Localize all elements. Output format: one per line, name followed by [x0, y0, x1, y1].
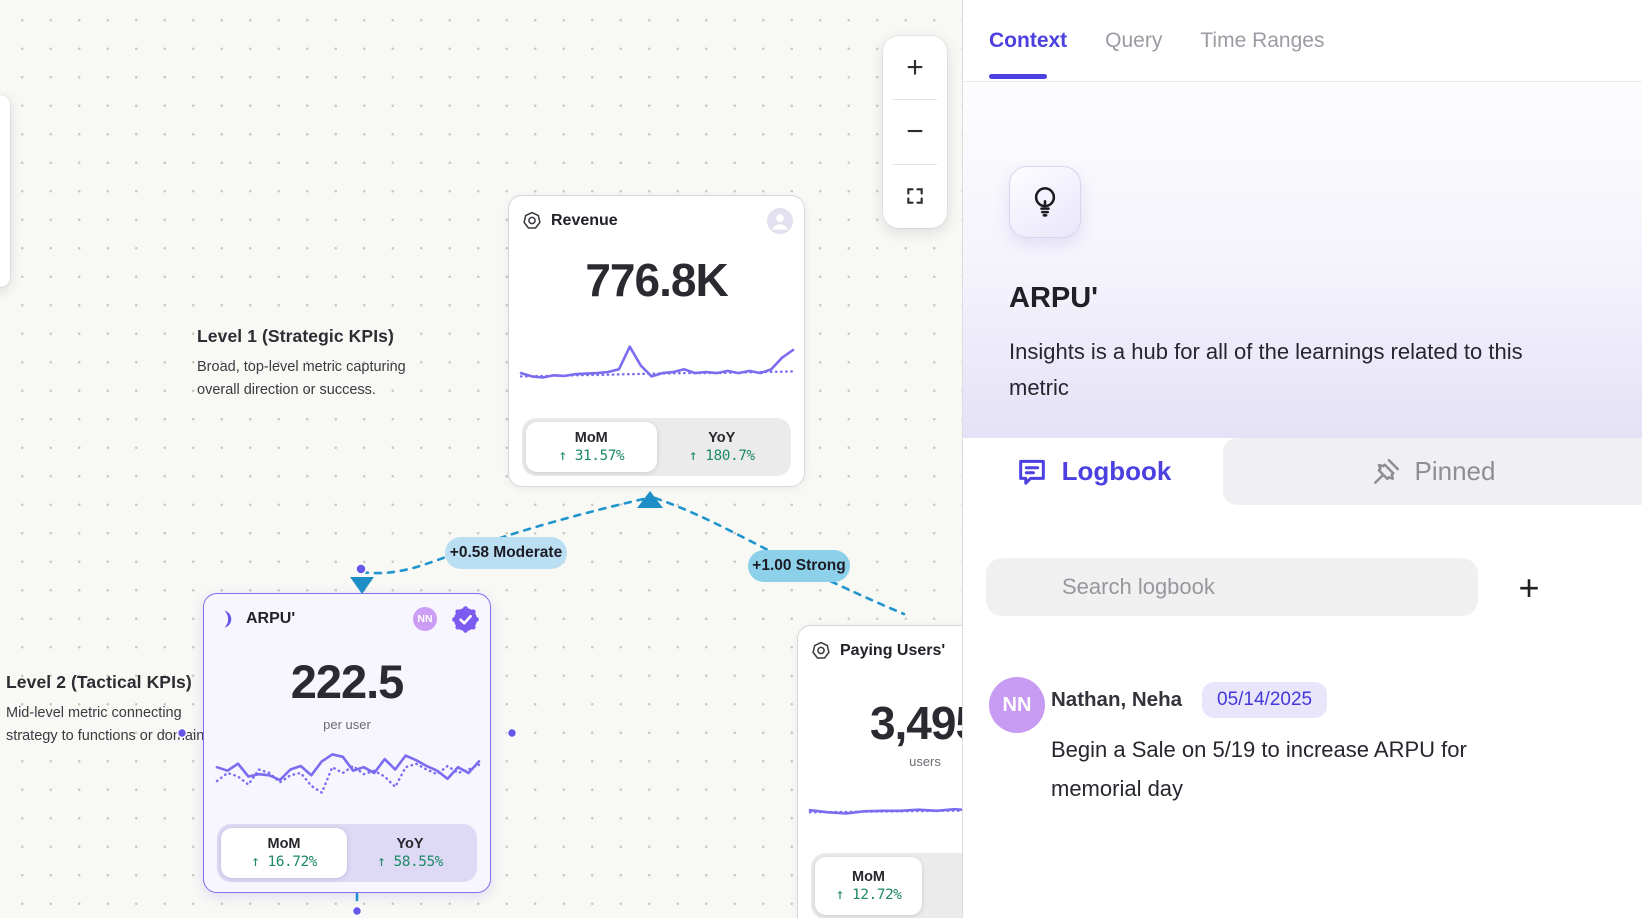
period-toggle: MoM ↑ 31.57% YoY ↑ 180.7%: [522, 418, 791, 476]
toggle-value: ↑ 180.7%: [689, 448, 755, 464]
context-side-panel: Context Query Time Ranges ARPU' Insights…: [962, 0, 1642, 918]
metric-value: 3,495: [810, 696, 962, 750]
subtab-label: Pinned: [1415, 456, 1496, 487]
arrow-into-arpu-icon: [350, 577, 374, 594]
collaborator-avatar[interactable]: NN: [413, 607, 437, 631]
card-title: ARPU': [246, 610, 295, 628]
toggle-mom[interactable]: MoM ↑ 16.72%: [221, 828, 347, 878]
add-log-entry-button[interactable]: +: [1506, 565, 1552, 611]
metric-unit: users: [810, 754, 962, 769]
metric-value: 222.5: [204, 654, 490, 709]
level1-desc-line1: Broad, top-level metric capturing: [197, 359, 406, 375]
metric-hero-section: ARPU' Insights is a hub for all of the l…: [963, 82, 1642, 438]
level2-title: Level 2 (Tactical KPIs): [6, 672, 212, 693]
logbook-pinned-tabs: Logbook Pinned: [963, 438, 1642, 505]
toggle-value: ↑ 58.55%: [377, 854, 443, 870]
subtab-logbook[interactable]: Logbook: [963, 438, 1223, 505]
verified-badge-icon: [452, 606, 479, 633]
toggle-label: MoM: [852, 869, 885, 885]
metric-card-paying-users[interactable]: Paying Users' 3,495 users MoM ↑ 12.72%: [797, 625, 962, 918]
connector-handle-right[interactable]: [508, 729, 517, 738]
lightbulb-icon: [1026, 183, 1064, 221]
level2-annotation: Level 2 (Tactical KPIs) Mid-level metric…: [6, 672, 212, 748]
connector-handle-top[interactable]: [356, 564, 366, 574]
toggle-label: YoY: [396, 836, 423, 852]
level2-desc-line1: Mid-level metric connecting: [6, 705, 182, 721]
logbook-search-row: +: [963, 538, 1642, 638]
app-window: +0.58 Moderate +1.00 Strong + − Level 1 …: [0, 0, 1642, 918]
toggle-value: ↑ 31.57%: [558, 448, 624, 464]
toggle-value: ↑ 12.72%: [836, 887, 902, 903]
pin-icon: [1370, 456, 1402, 488]
level1-annotation: Level 1 (Strategic KPIs) Broad, top-leve…: [197, 326, 406, 402]
tab-query[interactable]: Query: [1105, 0, 1162, 81]
owner-avatar-icon[interactable]: [767, 208, 793, 234]
metric-card-arpu[interactable]: ARPU' NN 222.5 per user MoM ↑ 16.72% YoY: [203, 593, 491, 893]
sparkline-arpu: [217, 744, 479, 802]
logbook-chat-icon: [1015, 455, 1049, 489]
level1-title: Level 1 (Strategic KPIs): [197, 326, 406, 347]
zoom-toolbar: + −: [883, 36, 947, 228]
tab-context[interactable]: Context: [989, 0, 1067, 81]
toggle-label: MoM: [575, 430, 608, 446]
metric-card-revenue[interactable]: Revenue 776.8K MoM ↑ 31.57% YoY ↑ 180.7%: [508, 195, 805, 487]
logbook-search-input[interactable]: [986, 558, 1478, 616]
zoom-out-button[interactable]: −: [883, 100, 947, 163]
zoom-in-button[interactable]: +: [883, 36, 947, 99]
toggle-mom[interactable]: MoM ↑ 12.72%: [815, 857, 922, 915]
toggle-yoy[interactable]: [922, 857, 962, 915]
metric-tree-canvas[interactable]: +0.58 Moderate +1.00 Strong + − Level 1 …: [0, 0, 962, 918]
card-title: Paying Users': [840, 642, 945, 660]
crescent-icon: [217, 609, 237, 629]
sparkline-revenue: [521, 339, 793, 394]
entry-author-name: Nathan, Neha: [1051, 688, 1182, 712]
toggle-yoy[interactable]: YoY ↑ 180.7%: [657, 422, 788, 472]
active-tab-indicator: [989, 74, 1047, 79]
toggle-value: ↑ 16.72%: [251, 854, 317, 870]
period-toggle: MoM ↑ 16.72% YoY ↑ 58.55%: [217, 824, 477, 882]
arrow-into-revenue-icon: [637, 491, 663, 508]
clipped-side-toolbar: [0, 95, 10, 287]
connector-handle-bottom[interactable]: [353, 907, 362, 916]
metric-name-heading: ARPU': [1009, 282, 1098, 315]
person-icon: [767, 208, 793, 234]
toggle-mom[interactable]: MoM ↑ 31.57%: [526, 422, 657, 472]
entry-author-avatar: NN: [989, 677, 1045, 733]
card-title: Revenue: [551, 212, 618, 230]
subtab-pinned[interactable]: Pinned: [1223, 438, 1642, 505]
panel-tab-bar: Context Query Time Ranges: [963, 0, 1642, 82]
metric-unit: per user: [204, 717, 490, 732]
metric-badge-icon: [522, 211, 542, 231]
subtab-label: Logbook: [1062, 456, 1172, 487]
period-toggle: MoM ↑ 12.72%: [811, 853, 962, 918]
entry-date-badge[interactable]: 05/14/2025: [1202, 682, 1327, 718]
level2-desc-line2: strategy to functions or domains: [6, 728, 212, 744]
toggle-yoy[interactable]: YoY ↑ 58.55%: [347, 828, 473, 878]
entry-note-text: Begin a Sale on 5/19 to increase ARPU fo…: [1051, 730, 1501, 808]
fullscreen-icon: [905, 186, 925, 206]
tab-time-ranges[interactable]: Time Ranges: [1200, 0, 1324, 81]
toggle-label: MoM: [267, 836, 300, 852]
level1-desc-line2: overall direction or success.: [197, 382, 376, 398]
edge-label-strong[interactable]: +1.00 Strong: [748, 550, 850, 582]
insights-tile: [1009, 166, 1081, 238]
toggle-label: YoY: [708, 430, 735, 446]
edge-label-moderate[interactable]: +0.58 Moderate: [445, 537, 567, 569]
metric-badge-icon: [811, 641, 831, 661]
sparkline-paying-users: [810, 778, 962, 830]
metric-description: Insights is a hub for all of the learnin…: [1009, 334, 1554, 406]
metric-value: 776.8K: [509, 253, 804, 307]
fit-view-button[interactable]: [883, 165, 947, 228]
